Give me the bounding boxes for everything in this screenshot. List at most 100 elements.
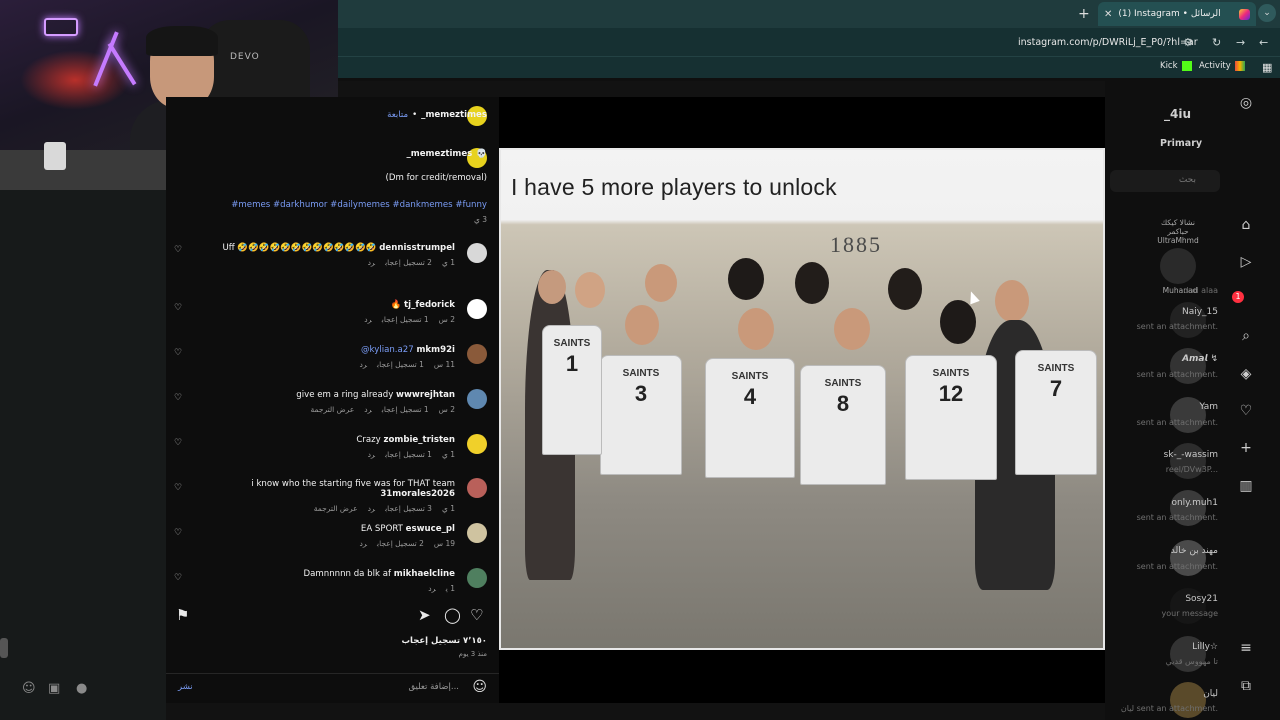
forward-icon[interactable]: → xyxy=(1236,36,1245,49)
see-translation-button[interactable]: عرض الترجمة xyxy=(310,405,354,414)
tab-list-chevron-icon[interactable]: ⌄ xyxy=(1258,4,1276,22)
comment-username[interactable]: 31morales2026 xyxy=(380,489,455,499)
follow-button[interactable]: متابعة xyxy=(387,110,408,120)
comment-likes[interactable]: 3 تسجيل إعجاب xyxy=(385,504,432,513)
comment-avatar[interactable] xyxy=(467,478,487,498)
dashboard-icon[interactable]: ▥ xyxy=(1232,478,1260,494)
reply-button[interactable]: رد xyxy=(360,360,367,369)
new-tab-icon[interactable]: + xyxy=(1078,6,1090,22)
comment-likes[interactable]: 2 تسجيل إعجاب xyxy=(377,539,424,548)
bookmark-activity[interactable]: Activity xyxy=(1199,61,1245,71)
reels-icon[interactable]: ▷ xyxy=(1232,254,1260,270)
meme-caption-text: I have 5 more players to unlock xyxy=(511,174,837,200)
like-comment-heart-icon[interactable]: ♡ xyxy=(174,303,182,313)
bookmark-kick[interactable]: Kick xyxy=(1160,61,1192,71)
sticker-icon[interactable]: ☺ xyxy=(22,681,36,696)
comment-age: 1 ي xyxy=(441,450,455,459)
comment-avatar[interactable] xyxy=(467,568,487,588)
site-settings-icon[interactable]: ⚙ xyxy=(1183,36,1193,49)
reload-icon[interactable]: ↻ xyxy=(1212,36,1221,49)
add-comment-input[interactable]: إضافة تعليق... xyxy=(408,682,459,692)
notifications-heart-icon[interactable]: ♡ xyxy=(1232,403,1260,419)
search-input[interactable]: بحث xyxy=(1110,170,1220,192)
dm-name[interactable]: ليان xyxy=(1203,689,1218,699)
comment-text[interactable]: @kylian.a27 xyxy=(361,345,414,355)
story-name[interactable]: نشالا كيكك حباكمر UltraMhmd xyxy=(1152,218,1204,245)
comment-avatar[interactable] xyxy=(467,299,487,319)
reply-button[interactable]: رد xyxy=(368,258,375,267)
like-comment-heart-icon[interactable]: ♡ xyxy=(174,245,182,255)
dm-name[interactable]: Naiy_15 xyxy=(1182,307,1218,317)
comment-username[interactable]: wwwrejhtan xyxy=(396,390,455,400)
save-bookmark-icon[interactable]: ⚑ xyxy=(176,606,189,624)
comment-username[interactable]: mikhaelcline xyxy=(394,569,455,579)
player-face xyxy=(738,308,774,350)
threads-icon[interactable]: ⧉ xyxy=(1232,678,1260,694)
like-heart-icon[interactable]: ♡ xyxy=(470,606,483,624)
explore-icon[interactable]: ◈ xyxy=(1232,366,1260,382)
post-comment-button[interactable]: نشر xyxy=(178,682,193,692)
comment-likes[interactable]: 1 تسجيل إعجاب xyxy=(382,315,429,324)
scrollbar-thumb[interactable] xyxy=(0,638,8,658)
account-handle[interactable]: _4iu xyxy=(1164,107,1191,121)
browser-tab-instagram[interactable]: ✕ (1) Instagram • الرسائل xyxy=(1098,2,1256,26)
like-comment-heart-icon[interactable]: ♡ xyxy=(174,348,182,358)
like-count[interactable]: ٧٬١٥٠ تسجيل إعجاب xyxy=(401,636,487,646)
dm-name[interactable]: sk-_-wassim xyxy=(1164,450,1218,460)
reply-button[interactable]: رد xyxy=(364,315,371,324)
comment-likes[interactable]: 1 تسجيل إعجاب xyxy=(385,450,432,459)
dm-name[interactable]: مهند بن خالد xyxy=(1171,546,1218,556)
mug xyxy=(44,142,66,170)
comment-avatar[interactable] xyxy=(467,243,487,263)
instagram-logo-icon[interactable]: ◎ xyxy=(1232,95,1260,111)
comment-avatar[interactable] xyxy=(467,523,487,543)
jersey-number: 12 xyxy=(938,381,964,406)
dm-name[interactable]: 𝘼𝙢𝙖𝙡 ↯ xyxy=(1182,354,1218,364)
comment-username[interactable]: mkm92i xyxy=(416,345,455,355)
reply-button[interactable]: رد xyxy=(368,504,375,513)
like-comment-heart-icon[interactable]: ♡ xyxy=(174,438,182,448)
comment-icon[interactable]: ◯ xyxy=(444,606,461,624)
comment-avatar[interactable] xyxy=(467,389,487,409)
search-icon[interactable]: ⌕ xyxy=(1232,328,1260,344)
comment-avatar[interactable] xyxy=(467,434,487,454)
caption-author[interactable]: _memeztimes xyxy=(406,149,472,159)
like-comment-heart-icon[interactable]: ♡ xyxy=(174,393,182,403)
story-avatar[interactable] xyxy=(1160,248,1196,284)
dm-name[interactable]: Lilly☆ xyxy=(1192,642,1218,652)
like-comment-heart-icon[interactable]: ♡ xyxy=(174,483,182,493)
like-comment-heart-icon[interactable]: ♡ xyxy=(174,573,182,583)
author-username[interactable]: _memeztimes xyxy=(421,110,487,120)
comment-age: 1 ي xyxy=(441,504,455,513)
all-bookmarks-icon[interactable]: ▦ xyxy=(1262,61,1272,74)
comment-username[interactable]: zombie_tristen xyxy=(383,435,455,445)
reply-button[interactable]: رد xyxy=(368,450,375,459)
home-icon[interactable]: ⌂ xyxy=(1232,217,1260,233)
microphone-icon[interactable]: ● xyxy=(76,681,87,696)
see-translation-button[interactable]: عرض الترجمة xyxy=(314,504,358,513)
comment-likes[interactable]: 1 تسجيل إعجاب xyxy=(377,360,424,369)
emoji-picker-icon[interactable]: ☺ xyxy=(472,679,487,695)
comment-username[interactable]: eswuce_pl xyxy=(406,524,455,534)
comment-username[interactable]: dennisstrumpel xyxy=(379,243,455,253)
reply-button[interactable]: رد xyxy=(428,584,435,593)
comment-likes[interactable]: 1 تسجيل إعجاب xyxy=(382,405,429,414)
share-icon[interactable]: ➤ xyxy=(418,606,431,624)
dm-name[interactable]: only.muh1 xyxy=(1171,498,1218,508)
more-menu-icon[interactable]: ≡ xyxy=(1232,640,1260,656)
dm-name[interactable]: Sosy21 xyxy=(1185,594,1218,604)
hashtags[interactable]: #memes #darkhumor #dailymemes #dankmemes… xyxy=(231,200,487,210)
reply-button[interactable]: رد xyxy=(364,405,371,414)
back-icon[interactable]: ← xyxy=(1259,36,1268,49)
tab-primary[interactable]: Primary xyxy=(1160,138,1202,149)
like-comment-heart-icon[interactable]: ♡ xyxy=(174,528,182,538)
comment-avatar[interactable] xyxy=(467,344,487,364)
dm-name[interactable]: Yam xyxy=(1199,402,1218,412)
comment-username[interactable]: tj_fedorick xyxy=(404,300,455,310)
comment-likes[interactable]: 2 تسجيل إعجاب xyxy=(385,258,432,267)
close-tab-icon[interactable]: ✕ xyxy=(1104,9,1112,20)
address-bar[interactable]: instagram.com/p/DWRiLj_E_P0/?hl=ar xyxy=(1018,37,1198,48)
create-icon[interactable]: + xyxy=(1232,440,1260,456)
image-icon[interactable]: ▣ xyxy=(48,681,60,696)
reply-button[interactable]: رد xyxy=(360,539,367,548)
